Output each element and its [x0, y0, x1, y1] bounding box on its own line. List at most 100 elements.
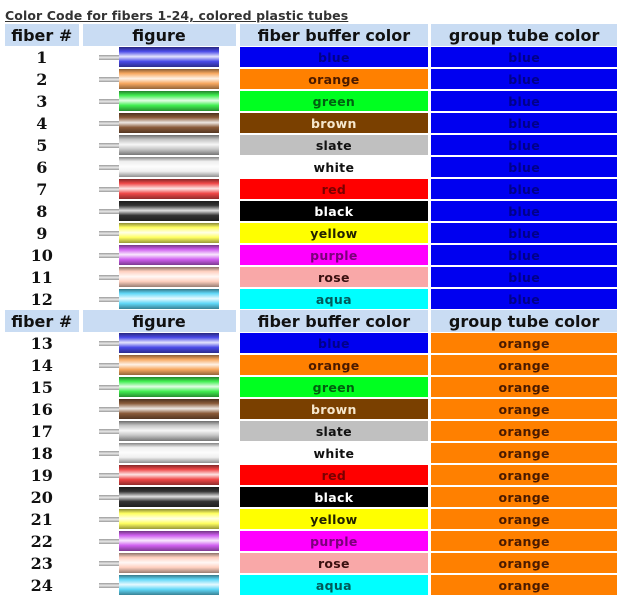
fiber-core-icon: [98, 451, 119, 456]
fiber-core-icon: [98, 473, 119, 478]
fiber-figure: [83, 574, 236, 596]
group-tube-color: blue: [431, 223, 618, 243]
fiber-buffer-color: yellow: [239, 223, 429, 243]
fiber-buffer-color: purple: [239, 531, 429, 551]
fiber-buffer-color: slate: [239, 421, 429, 441]
group-tube-color: blue: [431, 245, 618, 265]
fiber-number: 23: [30, 553, 53, 573]
table-row: 4 brown blue: [5, 112, 618, 134]
group-tube-color: blue: [431, 267, 618, 287]
fiber-core-icon: [98, 363, 119, 368]
fiber-figure: [83, 134, 236, 156]
fiber-tube-icon: [118, 245, 219, 265]
fiber-core-icon: [98, 407, 119, 412]
table-row: 18 white orange: [5, 442, 618, 464]
fiber-figure: [83, 68, 236, 90]
fiber-tube-icon: [118, 443, 219, 463]
fiber-number: 9: [36, 223, 48, 243]
fiber-figure: [83, 332, 236, 354]
group-tube-color: orange: [431, 553, 618, 573]
fiber-number: 17: [30, 421, 53, 441]
table-row: 10 purple blue: [5, 244, 618, 266]
group-tube-color: blue: [431, 157, 618, 177]
fiber-figure: [83, 442, 236, 464]
fiber-figure: [83, 398, 236, 420]
fiber-figure: [83, 288, 236, 310]
fiber-tube-icon: [118, 223, 219, 243]
group-tube-color: orange: [431, 399, 618, 419]
fiber-figure: [83, 266, 236, 288]
table-row: 22 purple orange: [5, 530, 618, 552]
group-tube-color: orange: [431, 531, 618, 551]
group-tube-color: blue: [431, 47, 618, 67]
table-row: 6 white blue: [5, 156, 618, 178]
fiber-number: 4: [36, 113, 48, 133]
fiber-buffer-color: green: [239, 91, 429, 111]
page-title: Color Code for fibers 1-24, colored plas…: [5, 8, 349, 23]
fiber-tube-icon: [118, 69, 219, 89]
fiber-figure: [83, 200, 236, 222]
fiber-core-icon: [98, 165, 119, 170]
fiber-buffer-color: aqua: [239, 289, 429, 309]
fiber-buffer-color: white: [239, 157, 429, 177]
group-tube-color: blue: [431, 179, 618, 199]
fiber-number: 18: [30, 443, 53, 463]
fiber-figure: [83, 420, 236, 442]
header-fiber-number: fiber #: [5, 24, 79, 46]
table-row: 13 blue orange: [5, 332, 618, 354]
fiber-tube-icon: [118, 377, 219, 397]
fiber-color-table: fiber # figure fiber buffer color group tub…: [5, 24, 618, 596]
fiber-tube-icon: [118, 91, 219, 111]
group-tube-color: orange: [431, 421, 618, 441]
fiber-buffer-color: black: [239, 201, 429, 221]
fiber-core-icon: [98, 495, 119, 500]
fiber-tube-icon: [118, 289, 219, 309]
group-tube-color: orange: [431, 509, 618, 529]
table-row: 9 yellow blue: [5, 222, 618, 244]
fiber-figure: [83, 354, 236, 376]
table-row: 23 rose orange: [5, 552, 618, 574]
fiber-core-icon: [98, 187, 119, 192]
fiber-number: 19: [30, 465, 53, 485]
fiber-figure: [83, 244, 236, 266]
fiber-number: 11: [30, 267, 53, 287]
group-tube-color: orange: [431, 575, 618, 595]
fiber-buffer-color: blue: [239, 47, 429, 67]
fiber-tube-icon: [118, 201, 219, 221]
fiber-figure: [83, 508, 236, 530]
fiber-core-icon: [98, 209, 119, 214]
table-header-row: fiber # figure fiber buffer color group tub…: [5, 24, 618, 46]
fiber-tube-icon: [118, 509, 219, 529]
group-tube-color: orange: [431, 333, 618, 353]
table-row: 8 black blue: [5, 200, 618, 222]
fiber-number: 22: [30, 531, 53, 551]
fiber-core-icon: [98, 583, 119, 588]
fiber-core-icon: [98, 55, 119, 60]
group-tube-color: orange: [431, 355, 618, 375]
group-tube-color: blue: [431, 113, 618, 133]
fiber-figure: [83, 156, 236, 178]
fiber-buffer-color: blue: [239, 333, 429, 353]
fiber-core-icon: [98, 77, 119, 82]
fiber-tube-icon: [118, 465, 219, 485]
fiber-buffer-color: rose: [239, 553, 429, 573]
fiber-figure: [83, 46, 236, 68]
group-tube-color: orange: [431, 465, 618, 485]
fiber-tube-icon: [118, 487, 219, 507]
table-row: 2 orange blue: [5, 68, 618, 90]
table-row: 11 rose blue: [5, 266, 618, 288]
fiber-number: 21: [30, 509, 53, 529]
fiber-tube-icon: [118, 531, 219, 551]
fiber-core-icon: [98, 275, 119, 280]
header-group-tube-color: group tube color: [431, 24, 618, 46]
group-tube-color: blue: [431, 91, 618, 111]
fiber-core-icon: [98, 539, 119, 544]
fiber-number: 8: [36, 201, 48, 221]
table-header-row: fiber # figure fiber buffer color group tub…: [5, 310, 618, 332]
group-tube-color: blue: [431, 201, 618, 221]
table-row: 16 brown orange: [5, 398, 618, 420]
table-row: 7 red blue: [5, 178, 618, 200]
fiber-tube-icon: [118, 179, 219, 199]
fiber-tube-icon: [118, 267, 219, 287]
fiber-number: 7: [36, 179, 48, 199]
